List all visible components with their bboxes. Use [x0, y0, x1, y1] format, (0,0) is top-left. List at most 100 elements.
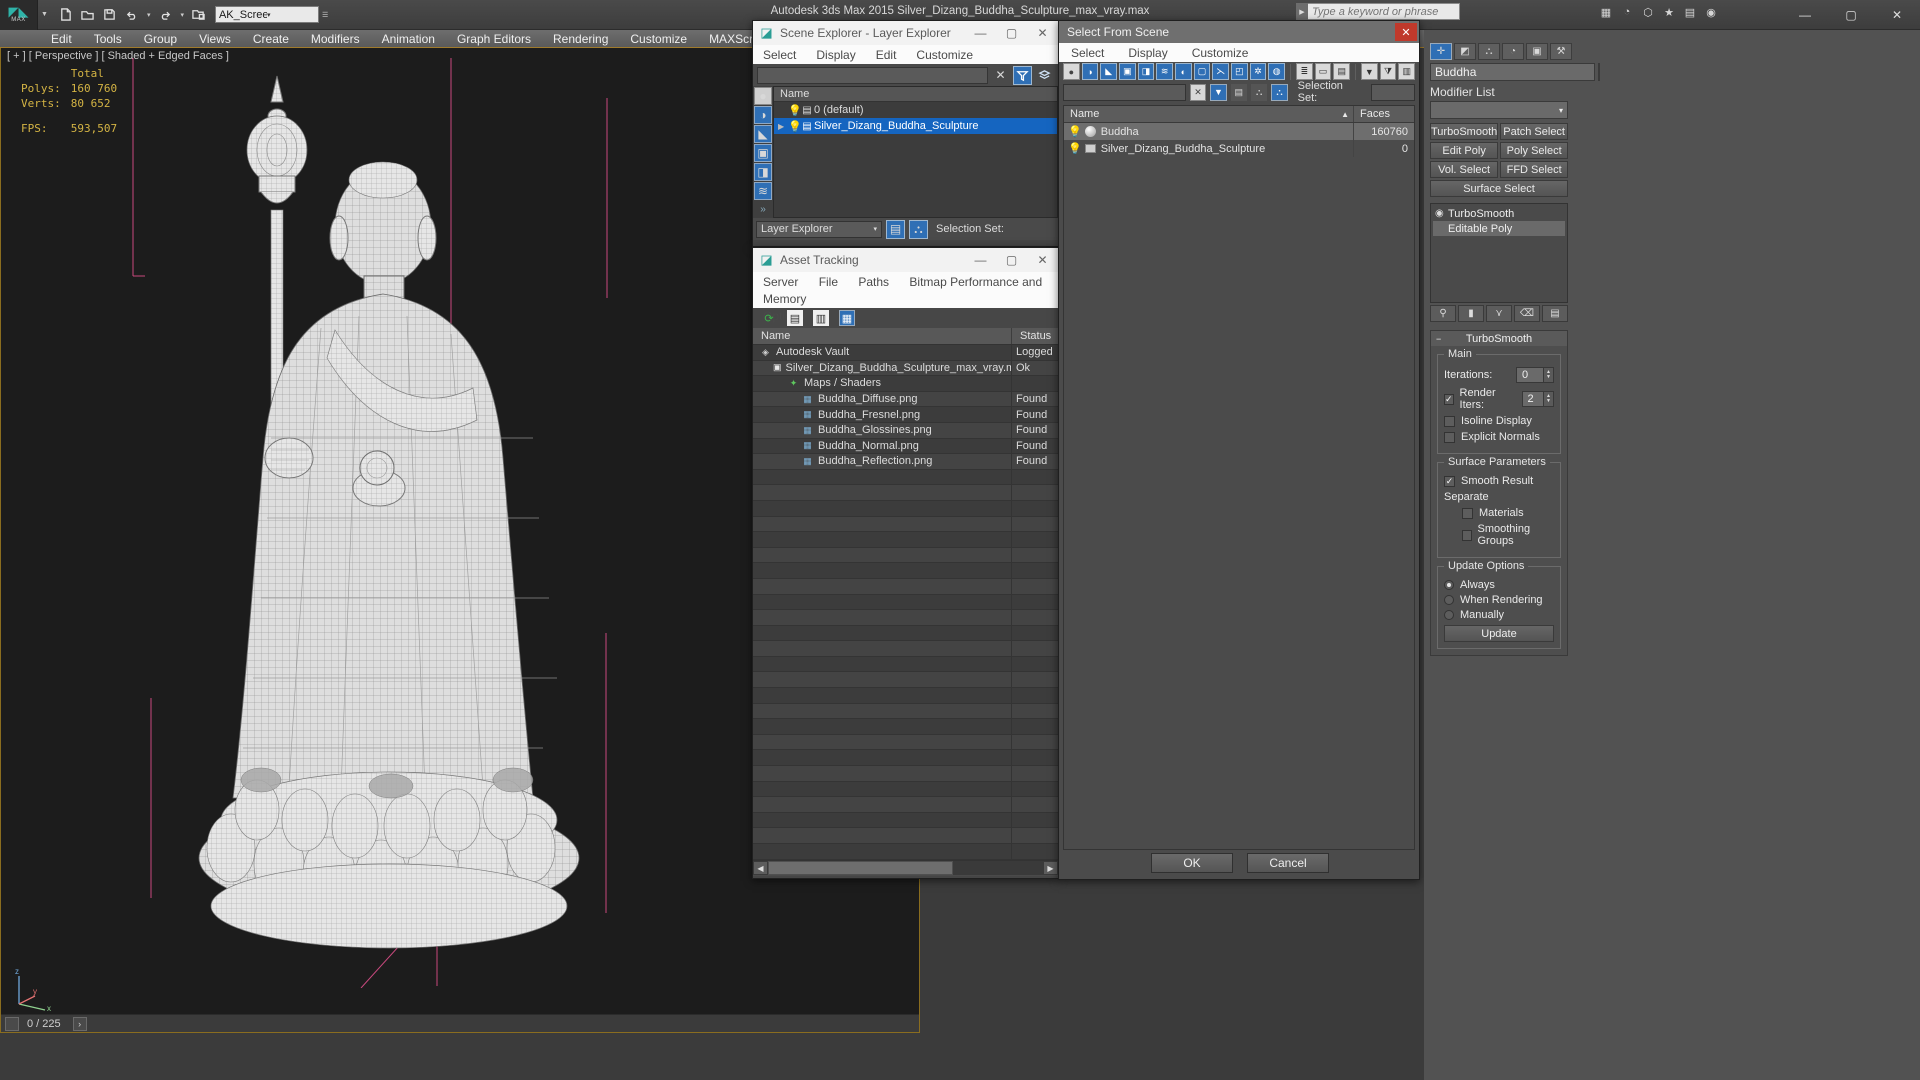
scene-explorer-row-buddha-layer[interactable]: ▶ 💡 ▤ Silver_Dizang_Buddha_Sculpture — [774, 118, 1057, 134]
maximize-button[interactable]: ▢ — [1828, 0, 1874, 30]
filter-shapes-icon[interactable]: ◑ — [754, 106, 772, 124]
asset-table-row-empty[interactable] — [753, 844, 1058, 860]
asset-table-row-empty[interactable] — [753, 563, 1058, 579]
asset-tracking-hscrollbar[interactable]: ◀ ▶ — [753, 859, 1058, 876]
asset-menu-bitmap-performance[interactable]: Bitmap Performance and Memory — [763, 275, 1042, 306]
refresh-icon[interactable]: ⟳ — [761, 310, 777, 326]
modifier-button-surface-select[interactable]: Surface Select — [1430, 180, 1568, 197]
modifier-enable-icon[interactable]: ◉ — [1435, 208, 1448, 219]
filter-cameras-icon[interactable]: ▣ — [1119, 63, 1136, 80]
spinner-arrows-icon[interactable]: ▲ ▼ — [1543, 392, 1553, 406]
asset-table-row-empty[interactable] — [753, 594, 1058, 611]
workspace-chevron-icon[interactable]: ▾ — [267, 11, 315, 19]
modifier-stack[interactable]: ◉ TurboSmooth Editable Poly — [1430, 203, 1568, 303]
layer-visibility-icon[interactable]: 💡 — [788, 104, 802, 117]
explicit-normals-row[interactable]: Explicit Normals — [1444, 431, 1554, 443]
scene-explorer-menu-display[interactable]: Display — [816, 48, 855, 62]
sfs-find-input[interactable] — [1063, 83, 1186, 101]
grid-view-icon[interactable]: ▦ — [839, 310, 855, 326]
tab-motion[interactable]: ◔ — [1502, 42, 1524, 60]
buddha-sculpture-mesh[interactable] — [121, 58, 681, 988]
quickbar-overflow-icon[interactable]: ☰ — [322, 11, 328, 19]
scene-explorer-menu-customize[interactable]: Customize — [916, 48, 973, 62]
modifier-button-ffd-select[interactable]: FFD Select — [1500, 161, 1568, 178]
asset-tracking-minimize-button[interactable]: — — [965, 248, 996, 272]
sfs-selection-set-combo[interactable] — [1370, 83, 1415, 101]
scroll-thumb[interactable] — [768, 861, 953, 876]
make-unique-icon[interactable]: ⋎ — [1486, 305, 1512, 322]
sfs-clear-find-icon[interactable]: ✕ — [1189, 83, 1207, 101]
close-button[interactable]: ✕ — [1874, 0, 1920, 30]
filter-groups-icon[interactable]: ◐ — [1175, 63, 1192, 80]
asset-table-row-empty[interactable] — [753, 547, 1058, 564]
outline-icon[interactable]: ▤ — [1333, 63, 1351, 80]
expand-all-icon[interactable]: ≣ — [1296, 63, 1313, 80]
footer-layer-icon[interactable]: ▤ — [886, 219, 905, 239]
asset-table-row[interactable]: ▣ Silver_Dizang_Buddha_Sculpture_max_vray… — [753, 360, 1058, 377]
scene-explorer-close-button[interactable]: ✕ — [1027, 21, 1058, 45]
comm-center-icon[interactable]: ◉ — [1702, 3, 1720, 21]
column-config-icon[interactable]: ▥ — [1398, 63, 1416, 80]
menu-item-animation[interactable]: Animation — [371, 30, 446, 48]
list-view-icon[interactable]: ▤ — [787, 310, 803, 326]
asset-table-row-empty[interactable] — [753, 750, 1058, 767]
modifier-stack-item-turbosmooth[interactable]: ◉ TurboSmooth — [1433, 206, 1565, 221]
render-iters-spinner[interactable]: 2 ▲ ▼ — [1521, 391, 1554, 407]
asset-table-row-empty[interactable] — [753, 797, 1058, 813]
filter-geometry-icon[interactable]: ● — [754, 87, 772, 105]
asset-table-row-empty[interactable] — [753, 734, 1058, 751]
smoothing-groups-row[interactable]: Smoothing Groups — [1462, 523, 1554, 547]
exchange-icon[interactable]: ⬡ — [1639, 3, 1657, 21]
menu-item-customize[interactable]: Customize — [619, 30, 698, 48]
search-input[interactable] — [1308, 3, 1460, 20]
sfs-layers-icon[interactable]: ▤ — [1230, 83, 1247, 101]
scene-explorer-row-default[interactable]: 💡 ▤ 0 (default) — [774, 102, 1057, 118]
asset-table-row[interactable]: ✦ Maps / Shaders — [753, 376, 1058, 392]
filter-unfrozen-icon[interactable]: ◍ — [1268, 63, 1286, 80]
sfs-row-buddha[interactable]: 💡 Buddha 160760 — [1064, 123, 1414, 140]
turbosmooth-rollout-header[interactable]: − TurboSmooth — [1431, 331, 1567, 346]
visibility-bulb-icon[interactable]: 💡 — [1068, 142, 1082, 155]
scene-explorer-column-name[interactable]: Name — [774, 87, 1057, 102]
ok-button[interactable]: OK — [1151, 853, 1233, 873]
menu-item-graph-editors[interactable]: Graph Editors — [446, 30, 542, 48]
menu-item-edit[interactable]: Edit — [40, 30, 83, 48]
save-file-icon[interactable] — [100, 5, 120, 25]
filter-funnel-icon[interactable] — [1013, 65, 1032, 85]
sfs-row-sculpture[interactable]: 💡 Silver_Dizang_Buddha_Sculpture 0 — [1064, 140, 1414, 157]
object-name-input[interactable] — [1430, 63, 1595, 81]
asset-tracking-titlebar[interactable]: ◪ Asset Tracking — ▢ ✕ — [753, 248, 1058, 272]
scene-explorer-find-input[interactable] — [757, 66, 988, 84]
select-from-scene-titlebar[interactable]: Select From Scene ✕ — [1059, 21, 1419, 43]
scene-explorer-menu-select[interactable]: Select — [763, 48, 796, 62]
menu-item-rendering[interactable]: Rendering — [542, 30, 619, 48]
minimize-button[interactable]: — — [1782, 0, 1828, 30]
filter-helpers-icon[interactable]: ◨ — [1137, 63, 1155, 80]
sfs-menu-customize[interactable]: Customize — [1192, 46, 1249, 60]
favorites-icon[interactable]: ★ — [1660, 3, 1678, 21]
modifier-button-turbosmooth[interactable]: TurboSmooth — [1430, 123, 1499, 140]
materials-row[interactable]: Materials — [1462, 507, 1554, 519]
select-from-scene-grid[interactable]: Name ▲ Faces 💡 Buddha 160760 💡 Silver_Di… — [1063, 105, 1415, 850]
scroll-right-icon[interactable]: ▶ — [1043, 861, 1058, 876]
layer-visibility-icon[interactable]: 💡 — [788, 120, 802, 133]
sfs-menu-display[interactable]: Display — [1128, 46, 1167, 60]
help-icon[interactable]: ▤ — [1681, 3, 1699, 21]
update-button[interactable]: Update — [1444, 625, 1554, 642]
asset-column-status[interactable]: Status — [1012, 328, 1058, 344]
redo-icon[interactable] — [155, 5, 175, 25]
asset-menu-server[interactable]: Server — [763, 275, 798, 289]
select-from-scene-close-button[interactable]: ✕ — [1395, 23, 1417, 41]
smooth-result-row[interactable]: ✓ Smooth Result — [1444, 475, 1554, 487]
search-expand-icon[interactable]: ▶ — [1296, 3, 1308, 20]
clear-find-icon[interactable]: ✕ — [991, 66, 1010, 85]
asset-table-row-empty[interactable] — [753, 610, 1058, 626]
asset-tracking-close-button[interactable]: ✕ — [1027, 248, 1058, 272]
iterations-spinner[interactable]: 0 ▲ ▼ — [1516, 367, 1554, 383]
rollout-collapse-icon[interactable]: − — [1436, 334, 1441, 344]
sfs-menu-select[interactable]: Select — [1071, 46, 1104, 60]
next-frame-icon[interactable]: › — [72, 1016, 87, 1031]
undo-dropdown-icon[interactable]: ▾ — [147, 11, 151, 19]
tab-create[interactable]: ✛ — [1430, 42, 1452, 60]
asset-table-row-empty[interactable] — [753, 672, 1058, 689]
